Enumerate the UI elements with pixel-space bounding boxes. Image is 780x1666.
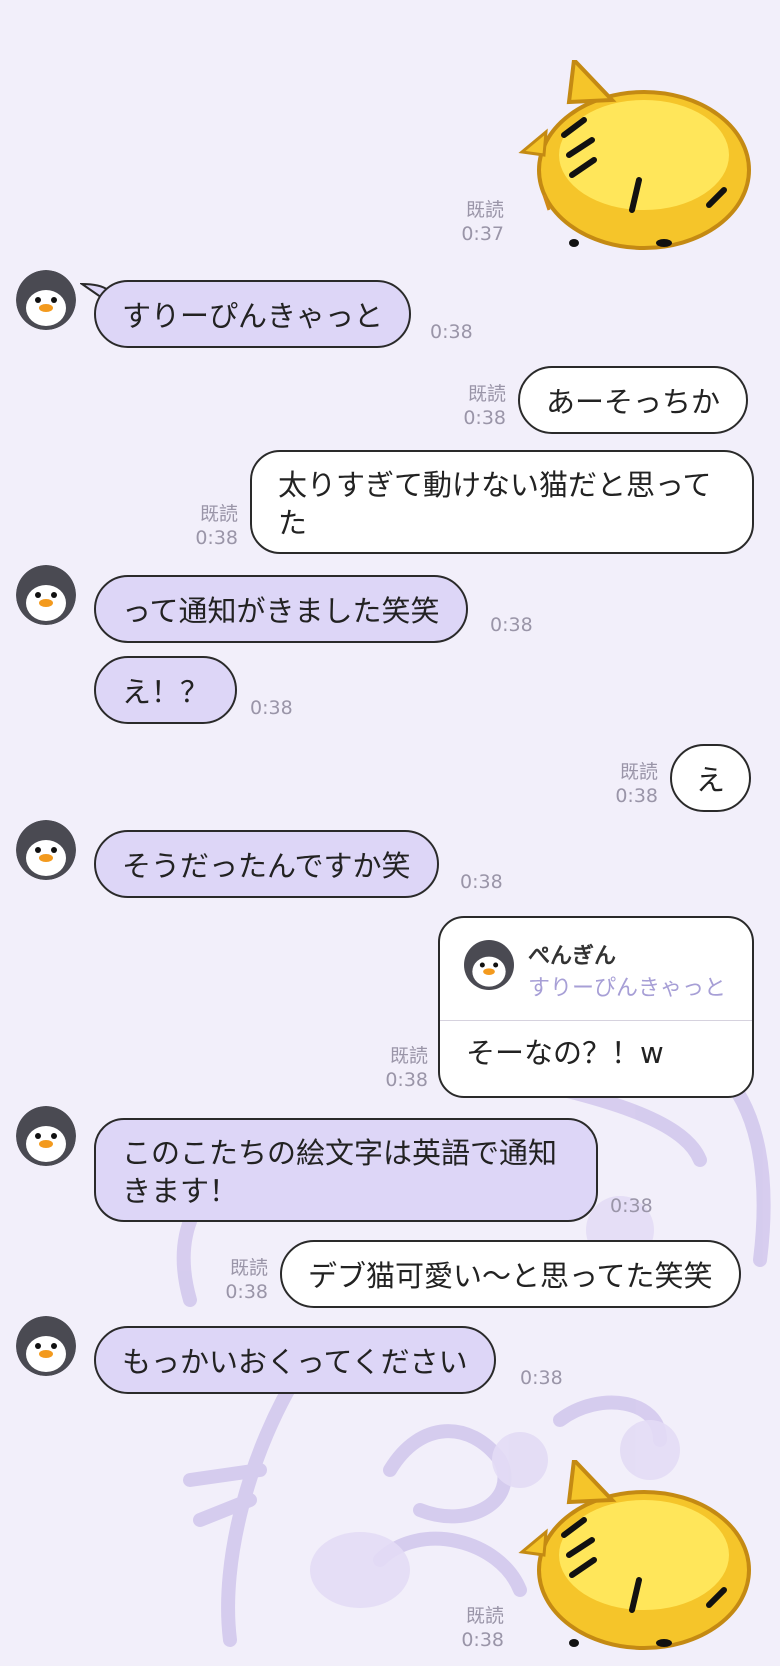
message-bubble[interactable]: え！？: [94, 656, 238, 724]
read-receipt: 既読: [467, 383, 506, 405]
message-meta: 既読 0:38: [570, 760, 658, 808]
message-bubble[interactable]: え: [670, 744, 752, 812]
message-outgoing: 既読 0:38 デブ猫可愛い〜と思ってた笑笑: [0, 1240, 780, 1310]
message-text: そうだったんですか笑: [122, 849, 411, 883]
message-text: え！？: [122, 675, 210, 709]
message-outgoing: 既読 0:38 太りすぎて動けない猫だと思ってた: [0, 450, 780, 560]
message-meta: 既読 0:38: [340, 1044, 428, 1092]
message-bubble[interactable]: もっかいおくってください: [94, 1326, 496, 1394]
penguin-avatar[interactable]: [16, 1106, 76, 1166]
quoted-sender-name: ぺんぎん: [528, 944, 617, 969]
message-bubble[interactable]: あーそっちか: [518, 366, 749, 434]
read-receipt: 既読: [199, 503, 238, 525]
penguin-avatar[interactable]: [16, 565, 76, 625]
message-time: 0:38: [430, 321, 473, 343]
message-time: 0:38: [385, 1069, 428, 1091]
message-time: 0:38: [490, 614, 533, 636]
message-incoming: え！？ 0:38: [0, 656, 780, 728]
message-bubble[interactable]: 太りすぎて動けない猫だと思ってた: [250, 450, 754, 554]
message-sticker-out[interactable]: 既読 0:38: [0, 1450, 780, 1660]
penguin-avatar[interactable]: [16, 270, 76, 330]
message-time: 0:38: [461, 1629, 504, 1651]
read-receipt: 既読: [229, 1257, 268, 1279]
message-text: もっかいおくってください: [122, 1345, 468, 1379]
message-text: そーなの？！w: [466, 1036, 664, 1070]
message-sticker-out[interactable]: 既読 0:37: [0, 50, 780, 250]
quoted-text: すりーぴんきゃっと: [528, 976, 727, 1001]
message-text: このこたちの絵文字は英語で通知きます！: [122, 1136, 558, 1208]
message-outgoing: 既読 0:38 あーそっちか: [0, 366, 780, 436]
penguin-avatar[interactable]: [16, 1316, 76, 1376]
message-time: 0:38: [225, 1281, 268, 1303]
message-meta: 既読 0:37: [420, 198, 504, 246]
message-time: 0:38: [460, 871, 503, 893]
message-outgoing: 既読 0:38 え: [0, 744, 780, 814]
quoted-message[interactable]: ぺんぎん すりーぴんきゃっと: [440, 918, 752, 1021]
message-time: 0:38: [520, 1367, 563, 1389]
message-incoming: このこたちの絵文字は英語で通知きます！ 0:38: [0, 1106, 780, 1226]
message-time: 0:38: [463, 407, 506, 429]
read-receipt: 既読: [465, 1605, 504, 1627]
message-bubble[interactable]: そうだったんですか笑: [94, 830, 439, 898]
message-text: すりーぴんきゃっと: [122, 299, 384, 333]
message-incoming: って通知がきました笑笑 0:38: [0, 565, 780, 645]
message-text: 太りすぎて動けない猫だと思ってた: [278, 468, 712, 540]
message-text: え: [696, 763, 726, 797]
message-meta: 既読 0:38: [180, 1256, 268, 1304]
message-time: 0:38: [615, 785, 658, 807]
message-meta: 既読 0:38: [420, 1604, 504, 1652]
message-time: 0:38: [195, 527, 238, 549]
message-bubble[interactable]: すりーぴんきゃっと: [94, 280, 412, 348]
message-text: って通知がきました笑笑: [122, 594, 440, 628]
yellow-cat-sticker[interactable]: [514, 1460, 754, 1650]
message-outgoing-reply: 既読 0:38 ぺんぎん すりーぴんきゃっと そーなの？！w: [0, 916, 780, 1100]
message-incoming: もっかいおくってください 0:38: [0, 1316, 780, 1396]
message-incoming: そうだったんですか笑 0:38: [0, 820, 780, 900]
message-bubble[interactable]: って通知がきました笑笑: [94, 575, 468, 643]
penguin-avatar[interactable]: [16, 820, 76, 880]
message-text: デブ猫可愛い〜と思ってた笑笑: [308, 1259, 713, 1293]
read-receipt: 既読: [465, 199, 504, 221]
message-meta: 既読 0:38: [150, 502, 238, 550]
read-receipt: 既読: [389, 1045, 428, 1067]
message-time: 0:38: [610, 1195, 653, 1217]
read-receipt: 既読: [619, 761, 658, 783]
message-meta: 既読 0:38: [420, 382, 506, 430]
reply-message-card[interactable]: ぺんぎん すりーぴんきゃっと そーなの？！w: [438, 916, 754, 1098]
message-bubble[interactable]: このこたちの絵文字は英語で通知きます！: [94, 1118, 598, 1222]
yellow-cat-sticker[interactable]: [514, 60, 754, 250]
message-time: 0:38: [250, 697, 293, 719]
message-text: あーそっちか: [546, 385, 721, 419]
message-time: 0:37: [461, 223, 504, 245]
message-bubble[interactable]: デブ猫可愛い〜と思ってた笑笑: [280, 1240, 741, 1308]
penguin-avatar: [464, 940, 514, 990]
message-incoming: すりーぴんきゃっと 0:38: [0, 270, 780, 350]
